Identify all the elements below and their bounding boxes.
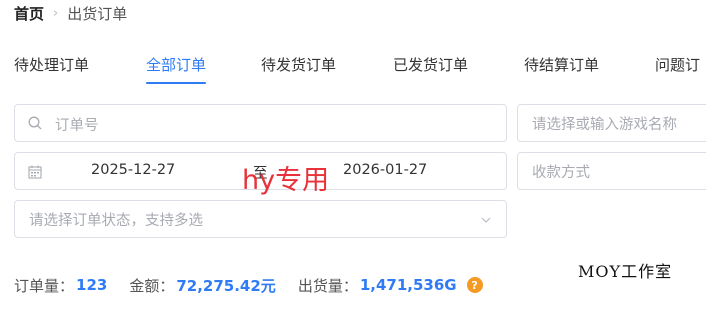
shipped-label: 出货量： <box>297 276 358 295</box>
shipped-value: 1,471,536G <box>359 276 457 294</box>
order-stats: 订单量： 123 金额： 72,275.42元 出货量： 1,471,536G … <box>14 274 483 296</box>
tab-problem-orders[interactable]: 问题订 <box>655 52 700 82</box>
tab-to-ship[interactable]: 待发货订单 <box>261 52 336 82</box>
order-number-placeholder: 订单号 <box>55 118 99 134</box>
order-status-select[interactable]: 请选择订单状态，支持多选 <box>14 200 507 238</box>
order-number-input[interactable]: 订单号 <box>14 104 507 142</box>
orders-value: 123 <box>76 276 108 294</box>
game-name-select[interactable]: 请选择或输入游戏名称 <box>517 104 706 142</box>
tab-all-orders[interactable]: 全部订单 <box>146 52 207 84</box>
active-tab-indicator <box>146 82 207 84</box>
end-date[interactable]: 2026-01-27 <box>343 162 427 178</box>
tab-shipped[interactable]: 已发货订单 <box>393 52 468 82</box>
chevron-down-icon <box>481 217 491 223</box>
tab-pending[interactable]: 待处理订单 <box>14 52 89 82</box>
order-status-placeholder: 请选择订单状态，支持多选 <box>29 212 203 229</box>
watermark-text: hy专用 <box>242 165 330 196</box>
tab-to-settle[interactable]: 待结算订单 <box>524 52 599 82</box>
breadcrumb-separator-icon: › <box>53 5 59 21</box>
amount-label: 金额： <box>129 276 175 295</box>
help-icon[interactable]: ? <box>466 277 483 293</box>
breadcrumb: 首页 › 出货订单 <box>14 3 127 23</box>
orders-label: 订单量： <box>14 276 75 295</box>
order-tabs: 待处理订单 全部订单 待发货订单 已发货订单 待结算订单 问题订 <box>0 52 706 88</box>
payment-method-placeholder: 收款方式 <box>532 164 590 181</box>
game-name-placeholder: 请选择或输入游戏名称 <box>532 116 677 133</box>
breadcrumb-home[interactable]: 首页 <box>14 3 44 24</box>
search-icon <box>28 116 42 130</box>
studio-mark: MOY工作室 <box>578 262 673 281</box>
payment-method-select[interactable]: 收款方式 <box>517 152 706 190</box>
amount-value: 72,275.42元 <box>176 276 276 295</box>
calendar-icon <box>28 165 42 179</box>
breadcrumb-current: 出货订单 <box>67 4 128 23</box>
start-date[interactable]: 2025-12-27 <box>91 162 175 178</box>
